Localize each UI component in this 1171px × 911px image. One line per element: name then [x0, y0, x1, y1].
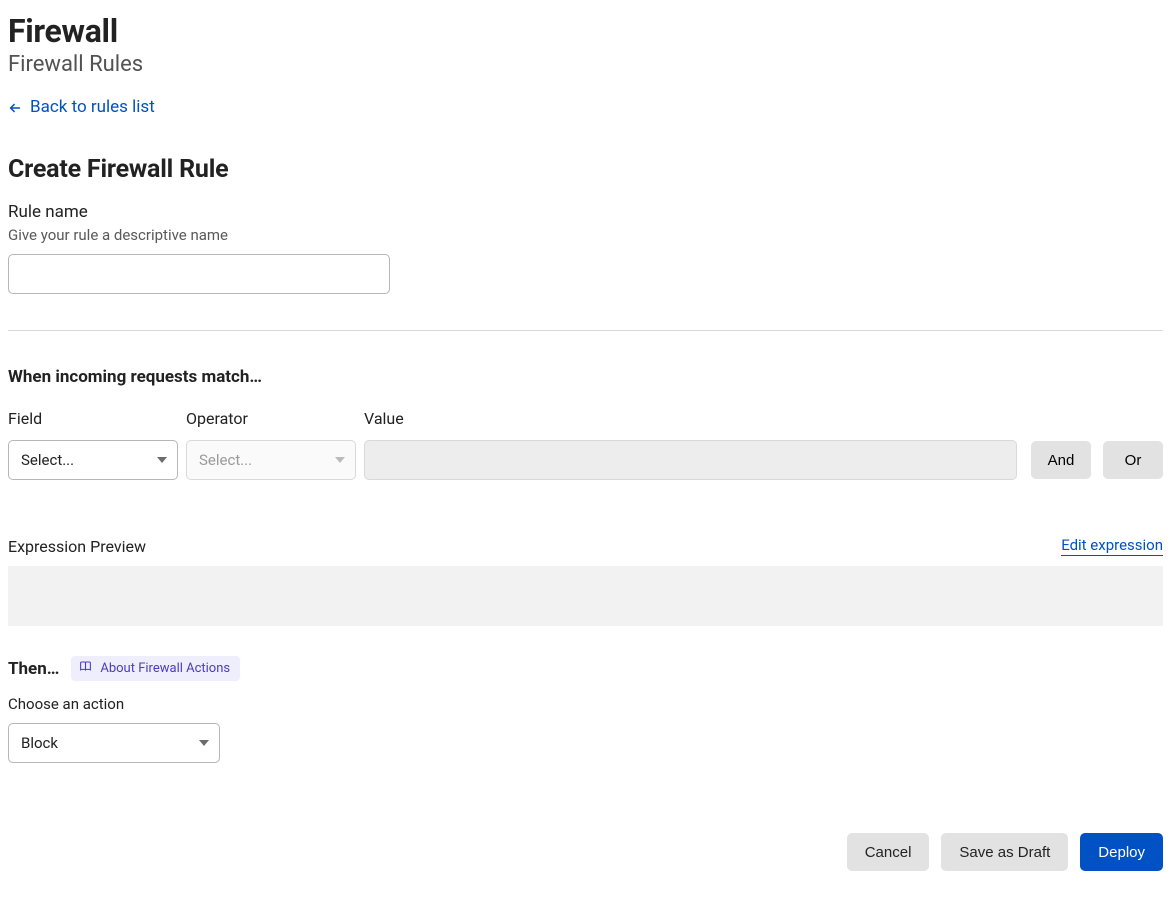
action-select-value: Block [21, 734, 58, 752]
rule-name-help: Give your rule a descriptive name [8, 226, 1163, 244]
page-subtitle: Firewall Rules [8, 52, 1163, 77]
operator-select[interactable]: Select... [186, 440, 356, 480]
about-firewall-actions-label: About Firewall Actions [100, 661, 230, 676]
then-heading: Then… [8, 659, 59, 679]
match-heading: When incoming requests match… [8, 367, 1163, 387]
operator-column-label: Operator [186, 409, 356, 428]
action-select[interactable]: Block [8, 723, 220, 763]
expression-preview-box [8, 566, 1163, 626]
rule-name-label: Rule name [8, 202, 1163, 222]
value-input[interactable] [364, 440, 1017, 480]
footer-buttons: Cancel Save as Draft Deploy [8, 833, 1163, 871]
arrow-left-icon [8, 100, 22, 114]
choose-action-label: Choose an action [8, 695, 1163, 713]
or-button[interactable]: Or [1103, 441, 1163, 479]
caret-down-icon [157, 457, 167, 463]
value-column-label: Value [364, 409, 1017, 428]
page-title: Firewall [8, 12, 1163, 50]
condition-row: Field Select... Operator Select... Value… [8, 409, 1163, 480]
section-divider [8, 330, 1163, 331]
save-draft-button[interactable]: Save as Draft [941, 833, 1068, 871]
deploy-button[interactable]: Deploy [1080, 833, 1163, 871]
field-column-label: Field [8, 409, 178, 428]
edit-expression-link[interactable]: Edit expression [1061, 536, 1163, 556]
about-firewall-actions-link[interactable]: About Firewall Actions [71, 656, 240, 681]
cancel-button[interactable]: Cancel [847, 833, 930, 871]
expression-preview-label: Expression Preview [8, 537, 146, 556]
field-select[interactable]: Select... [8, 440, 178, 480]
book-icon [79, 660, 92, 677]
and-button[interactable]: And [1031, 441, 1091, 479]
caret-down-icon [335, 457, 345, 463]
operator-select-placeholder: Select... [199, 451, 252, 469]
back-to-rules-link[interactable]: Back to rules list [8, 97, 155, 117]
back-to-rules-label: Back to rules list [30, 97, 155, 117]
field-select-placeholder: Select... [21, 451, 74, 469]
create-rule-heading: Create Firewall Rule [8, 155, 1163, 184]
caret-down-icon [199, 740, 209, 746]
rule-name-input[interactable] [8, 254, 390, 294]
